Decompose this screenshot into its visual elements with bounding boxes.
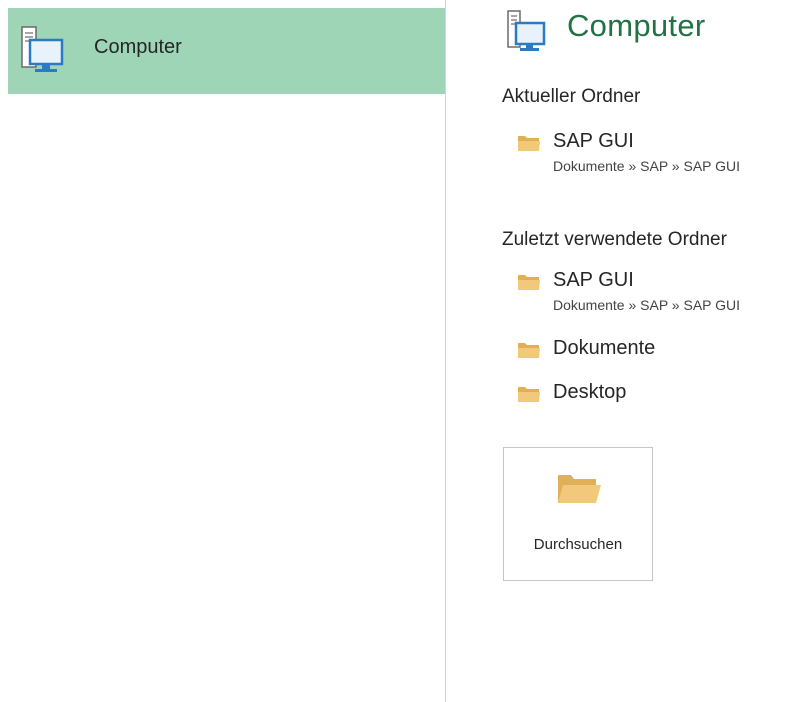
folder-icon	[517, 384, 541, 404]
folder-name: SAP GUI	[553, 269, 634, 291]
folder-icon	[517, 340, 541, 360]
save-as-places-view: Computer Computer Aktueller Ordner SAP G…	[0, 0, 790, 702]
places-pane: Computer	[0, 0, 446, 702]
folder-path: Dokumente » SAP » SAP GUI	[553, 158, 741, 174]
folder-name: Dokumente	[553, 337, 656, 359]
folder-icon	[517, 272, 541, 292]
browse-label: Durchsuchen	[533, 536, 623, 553]
recent-folders-heading: Zuletzt verwendete Ordner	[502, 229, 727, 250]
folder-item-dokumente[interactable]: Dokumente	[517, 337, 790, 365]
current-folder-heading: Aktueller Ordner	[502, 86, 641, 107]
open-folder-icon	[556, 472, 602, 506]
computer-icon	[20, 25, 66, 75]
folder-path: Dokumente » SAP » SAP GUI	[553, 297, 741, 313]
folder-item-desktop[interactable]: Desktop	[517, 381, 790, 409]
place-item-computer[interactable]: Computer	[8, 8, 445, 94]
folder-item-sap-gui-recent[interactable]: SAP GUI Dokumente » SAP » SAP GUI	[517, 269, 790, 323]
page-title: Computer	[567, 8, 706, 43]
folder-name: SAP GUI	[553, 130, 634, 152]
place-item-label: Computer	[94, 36, 182, 58]
folder-item-sap-gui-current[interactable]: SAP GUI Dokumente » SAP » SAP GUI	[517, 130, 790, 184]
folder-icon	[517, 133, 541, 153]
folder-name: Desktop	[553, 381, 627, 403]
browse-button[interactable]: Durchsuchen	[503, 447, 653, 581]
computer-icon	[507, 10, 547, 54]
folders-pane: Computer Aktueller Ordner SAP GUI Dokume…	[447, 0, 790, 702]
